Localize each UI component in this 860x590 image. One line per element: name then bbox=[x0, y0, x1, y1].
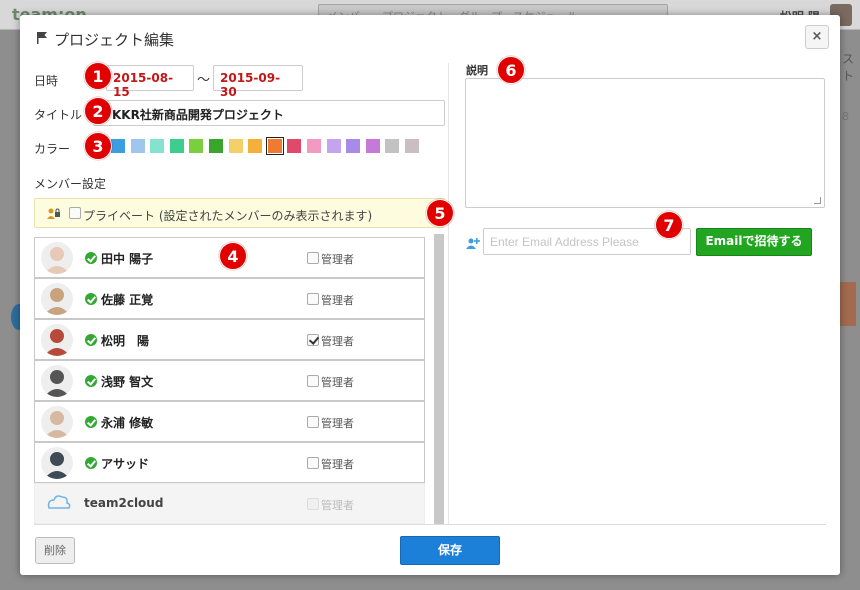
flag-icon bbox=[37, 32, 47, 44]
color-swatch[interactable] bbox=[189, 139, 204, 153]
color-swatch[interactable] bbox=[287, 139, 302, 153]
admin-checkbox[interactable] bbox=[307, 457, 319, 469]
admin-label: 管理者 bbox=[321, 417, 354, 430]
member-row: 浅野 智文 管理者 bbox=[34, 360, 425, 401]
color-swatch[interactable] bbox=[111, 139, 125, 153]
check-circle-icon bbox=[85, 416, 97, 428]
member-settings-label: メンバー設定 bbox=[34, 177, 107, 191]
color-swatch[interactable] bbox=[209, 139, 223, 153]
color-swatch[interactable] bbox=[265, 137, 284, 155]
color-swatch[interactable] bbox=[169, 139, 184, 153]
avatar bbox=[41, 447, 73, 479]
color-swatch[interactable] bbox=[248, 139, 263, 153]
avatar bbox=[41, 324, 73, 356]
admin-label: 管理者 bbox=[321, 294, 354, 307]
member-row: team2cloud 管理者 bbox=[34, 483, 425, 524]
admin-label: 管理者 bbox=[321, 458, 354, 471]
avatar bbox=[41, 283, 73, 315]
background-button bbox=[840, 282, 856, 326]
admin-checkbox[interactable] bbox=[307, 293, 319, 305]
end-date-input[interactable]: 2015-09-30 bbox=[213, 65, 303, 99]
invite-email-button[interactable]: Emailで招待する bbox=[696, 228, 812, 256]
admin-label: 管理者 bbox=[321, 376, 354, 389]
member-list: 田中 陽子 管理者 佐藤 正覚 管理者 松明 陽管理者 浅野 智文 管理者 永浦 修敏 管理者ア… bbox=[34, 237, 445, 525]
member-name: 田中 陽子 bbox=[101, 252, 154, 266]
member-row: 佐藤 正覚 管理者 bbox=[34, 278, 425, 319]
background-tab-text: スト bbox=[842, 52, 855, 83]
member-row: アサッド 管理者 bbox=[34, 442, 425, 483]
color-swatch[interactable] bbox=[365, 139, 380, 153]
member-name: アサッド bbox=[101, 457, 150, 471]
color-swatch[interactable] bbox=[346, 139, 361, 153]
color-swatch[interactable] bbox=[326, 139, 341, 153]
private-label: プライベート (設定されたメンバーのみ表示されます) bbox=[83, 209, 373, 223]
annotation-badge-2: 2 bbox=[84, 97, 112, 125]
date-label: 日時 bbox=[34, 74, 59, 88]
annotation-badge-1: 1 bbox=[84, 62, 112, 90]
date-separator: ～ bbox=[197, 73, 211, 88]
admin-checkbox bbox=[307, 498, 319, 510]
title-label: タイトル bbox=[34, 108, 83, 122]
admin-checkbox[interactable] bbox=[307, 252, 319, 264]
avatar bbox=[41, 488, 73, 520]
add-user-icon bbox=[466, 238, 480, 249]
member-name: 浅野 智文 bbox=[101, 375, 154, 389]
column-divider bbox=[448, 63, 449, 525]
color-swatch[interactable] bbox=[405, 139, 419, 153]
lock-user-icon bbox=[47, 208, 60, 219]
footer-divider bbox=[34, 524, 826, 525]
member-name: team2cloud bbox=[84, 496, 164, 510]
member-row: 松明 陽 管理者 bbox=[34, 319, 425, 360]
modal-title: プロジェクト編集 bbox=[54, 31, 175, 49]
admin-checkbox[interactable] bbox=[307, 334, 319, 346]
project-edit-modal: プロジェクト編集 × 日時 2015-08-15 ～ 2015-09-30 タイ… bbox=[20, 15, 840, 575]
annotation-badge-5: 5 bbox=[426, 199, 454, 227]
color-swatch[interactable] bbox=[228, 139, 243, 153]
background-count: 8 bbox=[842, 110, 849, 123]
check-circle-icon bbox=[85, 375, 97, 387]
delete-button[interactable]: 削除 bbox=[35, 537, 75, 564]
textarea-resize-grip[interactable] bbox=[814, 197, 821, 204]
check-circle-icon bbox=[85, 252, 97, 264]
private-option: プライベート (設定されたメンバーのみ表示されます) bbox=[34, 198, 445, 228]
member-name: 松明 陽 bbox=[101, 334, 150, 348]
admin-label: 管理者 bbox=[321, 253, 354, 266]
member-name: 永浦 修敏 bbox=[101, 416, 154, 430]
annotation-badge-3: 3 bbox=[84, 132, 112, 160]
description-textarea[interactable] bbox=[465, 78, 825, 208]
avatar bbox=[41, 365, 73, 397]
color-label: カラー bbox=[34, 142, 71, 156]
admin-label: 管理者 bbox=[321, 335, 354, 348]
start-date-input[interactable]: 2015-08-15 bbox=[106, 65, 194, 99]
description-label: 説明 bbox=[466, 64, 488, 77]
color-swatch[interactable] bbox=[150, 139, 165, 153]
member-row: 永浦 修敏 管理者 bbox=[34, 401, 425, 442]
color-swatch[interactable] bbox=[385, 139, 400, 153]
check-circle-icon bbox=[85, 457, 97, 469]
title-input[interactable]: KKR社新商品開発プロジェクト bbox=[93, 100, 445, 126]
color-swatch[interactable] bbox=[130, 139, 145, 153]
member-name: 佐藤 正覚 bbox=[101, 293, 154, 307]
annotation-badge-6: 6 bbox=[497, 56, 525, 84]
check-circle-icon bbox=[85, 293, 97, 305]
member-list-scrollbar[interactable] bbox=[434, 234, 444, 524]
avatar bbox=[41, 242, 73, 274]
close-button[interactable]: × bbox=[805, 25, 829, 49]
avatar bbox=[41, 406, 73, 438]
admin-label: 管理者 bbox=[321, 499, 354, 512]
admin-checkbox[interactable] bbox=[307, 416, 319, 428]
check-circle-icon bbox=[85, 334, 97, 346]
annotation-badge-7: 7 bbox=[655, 211, 683, 239]
private-checkbox[interactable] bbox=[69, 207, 81, 219]
color-swatch[interactable] bbox=[307, 139, 321, 153]
admin-checkbox[interactable] bbox=[307, 375, 319, 387]
save-button[interactable]: 保存 bbox=[400, 536, 500, 565]
annotation-badge-4: 4 bbox=[219, 242, 247, 270]
